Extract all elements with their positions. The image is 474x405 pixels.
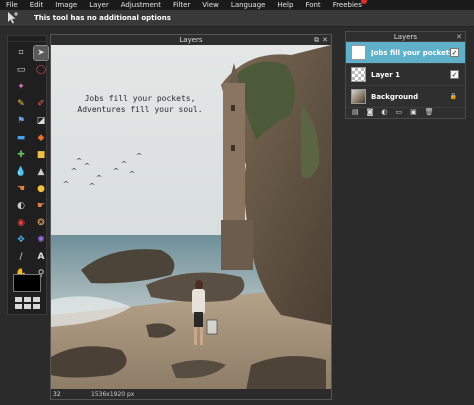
menu-help[interactable]: Help <box>277 0 293 10</box>
menu-adjustment[interactable]: Adjustment <box>121 0 161 10</box>
zoom-level[interactable]: 32 <box>51 391 67 398</box>
menu-edit[interactable]: Edit <box>30 0 44 10</box>
lasso-tool-icon[interactable]: ◯ <box>34 63 48 77</box>
layer-thumbnail <box>351 67 366 82</box>
menu-layer[interactable]: Layer <box>89 0 109 10</box>
folder-icon[interactable]: ▭ <box>396 108 403 116</box>
magic-wand-icon[interactable]: ✦ <box>14 80 28 94</box>
notification-badge <box>360 0 367 4</box>
maximize-icon[interactable]: ⧉ <box>314 36 319 44</box>
quote-text-layer: Jobs fill your pockets, Adventures fill … <box>65 93 215 115</box>
layer-name: Layer 1 <box>371 70 401 79</box>
sponge-tool-icon[interactable]: ● <box>34 182 48 196</box>
bloat-tool-icon[interactable]: ❂ <box>34 216 48 230</box>
gradient-tool-icon[interactable]: ▬ <box>14 131 28 145</box>
layers-panel: Layers ✕ Jobs fill your pockets, ✓ Layer… <box>345 31 466 119</box>
layer-thumbnail <box>351 89 366 104</box>
close-icon[interactable]: ✕ <box>322 36 328 44</box>
document-status-bar: 32 1536x1920 px <box>51 389 331 399</box>
options-message: This tool has no additional options <box>34 14 171 22</box>
lock-icon: 🔒 <box>449 93 457 100</box>
burn-tool-icon[interactable]: ☛ <box>34 199 48 213</box>
image-dimensions: 1536x1920 px <box>91 390 135 398</box>
quote-line-1: Jobs fill your pockets, <box>84 94 196 103</box>
delete-layer-icon[interactable]: 🗑 <box>425 108 434 116</box>
blur-tool-icon[interactable]: 💧 <box>14 165 28 179</box>
layers-panel-footer: ▤ ◙ ◐ ▭ ▣ 🗑 <box>346 106 465 118</box>
menu-bar: File Edit Image Layer Adjustment Filter … <box>0 0 474 10</box>
layer-row[interactable]: Layer 1 ✓ <box>346 64 465 86</box>
marquee-tool-icon[interactable]: ▭ <box>14 63 28 77</box>
layer-row[interactable]: Jobs fill your pockets, ✓ <box>346 42 465 64</box>
eraser-tool-icon[interactable]: ◪ <box>34 114 48 128</box>
color-replace-icon[interactable]: ✥ <box>14 233 28 247</box>
red-eye-tool-icon[interactable]: ◉ <box>14 216 28 230</box>
smudge-tool-icon[interactable]: ☚ <box>14 182 28 196</box>
document-titlebar[interactable]: Layers ⧉ ✕ <box>51 35 331 45</box>
menu-view[interactable]: View <box>202 0 219 10</box>
menu-freebies[interactable]: Freebies <box>332 0 367 10</box>
layer-style-icon[interactable]: ▤ <box>352 108 359 116</box>
document-title: Layers <box>179 36 203 44</box>
spot-heal-icon[interactable]: ✚ <box>14 148 28 162</box>
close-icon[interactable]: ✕ <box>456 33 462 41</box>
layer-mask-icon[interactable]: ◙ <box>367 108 374 116</box>
quote-line-2: Adventures fill your soul. <box>77 105 203 114</box>
move-tool-icon[interactable]: ➤ <box>33 45 49 61</box>
crop-tool-icon[interactable]: ⌗ <box>14 46 28 60</box>
view-mode-icon[interactable] <box>15 297 40 309</box>
bucket-tool-icon[interactable]: ◆ <box>34 131 48 145</box>
layer-name: Background <box>371 92 419 101</box>
menu-font[interactable]: Font <box>305 0 320 10</box>
adjustment-icon[interactable]: ◐ <box>381 108 387 116</box>
sharpen-tool-icon[interactable]: ▲ <box>34 165 48 179</box>
clone-stamp-icon[interactable]: ⚑ <box>14 114 28 128</box>
shape-tool-icon[interactable]: ■ <box>34 148 48 162</box>
line-tool-icon[interactable]: ∕ <box>14 250 28 264</box>
document-window: Layers ⧉ ✕ Jobs fill your pockets, Adven… <box>50 34 332 400</box>
menu-freebies-label: Freebies <box>332 1 362 9</box>
layers-panel-title: Layers <box>393 32 418 41</box>
layer-name: Jobs fill your pockets, <box>371 48 451 57</box>
image-canvas[interactable]: Jobs fill your pockets, Adventures fill … <box>51 45 331 391</box>
foreground-color-swatch[interactable] <box>13 274 41 292</box>
menu-filter[interactable]: Filter <box>173 0 190 10</box>
menu-language[interactable]: Language <box>231 0 266 10</box>
options-bar: This tool has no additional options <box>0 10 474 27</box>
new-layer-icon[interactable]: ▣ <box>410 108 417 116</box>
layer-thumbnail <box>351 45 366 60</box>
pinch-tool-icon[interactable]: ✺ <box>34 233 48 247</box>
visibility-checkbox[interactable]: ✓ <box>450 70 459 79</box>
layers-panel-titlebar[interactable]: Layers ✕ <box>346 32 465 42</box>
empty-tool-slot <box>34 80 48 94</box>
brush-tool-icon[interactable]: ✐ <box>34 97 48 111</box>
move-tool-icon <box>8 12 18 24</box>
type-tool-icon[interactable]: A <box>34 250 48 264</box>
dodge-tool-icon[interactable]: ◐ <box>14 199 28 213</box>
menu-file[interactable]: File <box>6 0 18 10</box>
toolbox: ⌗ ➤ ▭ ◯ ✦ ✎ ✐ ⚑ ◪ ▬ ◆ ✚ ■ 💧 ▲ ☚ ● ◐ ☛ ◉ … <box>7 35 49 315</box>
menu-image[interactable]: Image <box>55 0 77 10</box>
pencil-tool-icon[interactable]: ✎ <box>14 97 28 111</box>
visibility-checkbox[interactable]: ✓ <box>450 48 459 57</box>
layer-row[interactable]: Background 🔒 <box>346 86 465 108</box>
